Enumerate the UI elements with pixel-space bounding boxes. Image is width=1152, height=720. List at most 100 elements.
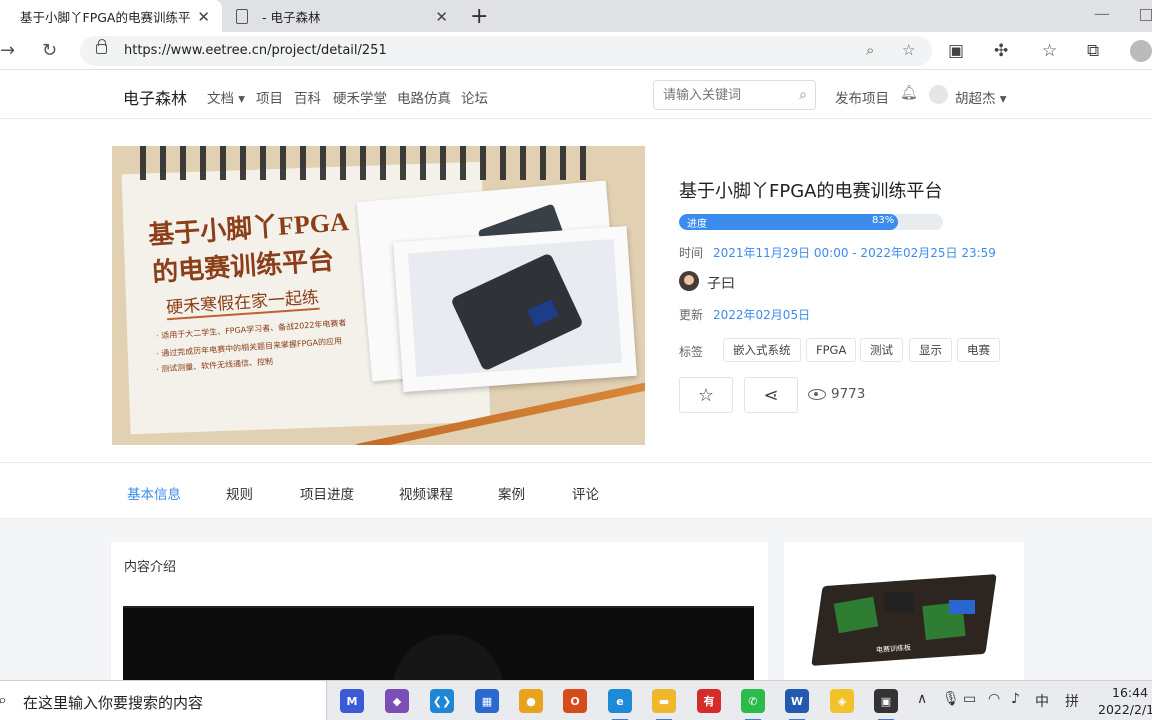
- chrome-icon[interactable]: ●: [519, 689, 543, 713]
- tag[interactable]: FPGA: [806, 338, 857, 362]
- tags-label: 标签: [679, 345, 704, 359]
- eye-icon: [808, 388, 826, 400]
- clock-date: 2022/2/14: [1098, 702, 1152, 717]
- nav-school[interactable]: 硬禾学堂: [333, 87, 387, 107]
- share-icon: ⋖: [763, 384, 779, 406]
- bell-icon[interactable]: 🔔︎: [900, 85, 918, 101]
- progress-bar: 进度 83%: [679, 214, 943, 230]
- project-title: 基于小脚丫FPGA的电赛训练平台: [679, 181, 943, 202]
- time-value: 2021年11月29日 00:00 - 2022年02月25日 23:59: [713, 246, 996, 260]
- tab-comments[interactable]: 评论: [572, 483, 599, 503]
- store-icon[interactable]: ▦: [475, 689, 499, 713]
- nav-wiki[interactable]: 百科: [294, 87, 321, 107]
- content-intro-card: 内容介绍: [111, 542, 768, 720]
- lock-icon: [96, 39, 107, 54]
- tag[interactable]: 显示: [909, 338, 952, 362]
- author-avatar[interactable]: [679, 271, 699, 291]
- chevron-up-icon[interactable]: ∧: [917, 691, 927, 707]
- document-icon: [236, 8, 248, 24]
- nav-docs[interactable]: 文档 ▾: [207, 87, 245, 107]
- puzzle-icon[interactable]: ✣: [994, 41, 1008, 61]
- progress-label: 进度: [687, 219, 707, 230]
- office-icon[interactable]: O: [563, 689, 587, 713]
- file-explorer-icon[interactable]: ▬: [652, 689, 676, 720]
- content-heading: 内容介绍: [124, 560, 177, 575]
- search-input[interactable]: [663, 87, 788, 102]
- minimize-icon[interactable]: —: [1094, 4, 1110, 23]
- tag[interactable]: 电赛: [957, 338, 1000, 362]
- update-label: 更新: [679, 308, 704, 322]
- browser-toolbar: → ↻ https://www.eetree.cn/project/detail…: [0, 32, 1152, 70]
- zoom-icon[interactable]: ⌕: [866, 41, 874, 59]
- author-name[interactable]: 子曰: [707, 273, 735, 293]
- site-search: ⌕: [653, 80, 816, 110]
- ime-mode[interactable]: 中: [1035, 691, 1049, 711]
- favorites-icon[interactable]: ☆: [1042, 41, 1057, 61]
- close-tab-icon[interactable]: ✕: [197, 8, 210, 26]
- maximize-icon[interactable]: [1140, 9, 1152, 21]
- star-icon: ☆: [697, 384, 715, 406]
- add-favorite-icon[interactable]: ☆: [902, 41, 915, 59]
- microphone-icon[interactable]: 🎙︎: [942, 691, 960, 707]
- extension-icon[interactable]: ▣: [948, 41, 964, 61]
- share-button[interactable]: ⋖: [744, 377, 798, 413]
- wifi-icon[interactable]: ◠: [988, 691, 1000, 707]
- progress-percent: 83%: [872, 215, 895, 226]
- forward-icon[interactable]: →: [0, 41, 15, 61]
- user-avatar[interactable]: [929, 85, 948, 104]
- url-text[interactable]: https://www.eetree.cn/project/detail/251: [124, 43, 387, 58]
- battery-icon[interactable]: ▭: [963, 691, 976, 707]
- clock-time: 16:44: [1112, 685, 1149, 700]
- nav-simulation[interactable]: 电路仿真: [397, 87, 451, 107]
- vscode-icon[interactable]: ❮❯: [430, 689, 454, 713]
- app-icon-1[interactable]: M: [340, 689, 364, 713]
- favorite-button[interactable]: ☆: [679, 377, 733, 413]
- tab-rules[interactable]: 规则: [226, 483, 253, 503]
- tab-video-courses[interactable]: 视频课程: [399, 483, 453, 503]
- progress-fill: [679, 214, 898, 230]
- windows-taskbar: ⌕ 在这里输入你要搜索的内容 M ◆ ❮❯ ▦ ● O e ▬ 有 ✆ W ◈ …: [0, 680, 1152, 720]
- tag[interactable]: 嵌入式系统: [723, 338, 801, 362]
- browser-tab-inactive[interactable]: - 电子森林 ✕: [224, 0, 460, 32]
- edge-icon[interactable]: e: [608, 689, 632, 720]
- app-icon-3[interactable]: ▣: [874, 689, 898, 720]
- browser-tab-bar: 基于小脚丫FPGA的电赛训练平台 ✕ - 电子森林 ✕ + —: [0, 0, 1152, 32]
- address-bar[interactable]: https://www.eetree.cn/project/detail/251…: [80, 36, 932, 66]
- view-count: 9773: [808, 386, 865, 402]
- tab-title: - 电子森林: [262, 9, 321, 25]
- site-logo[interactable]: 电子森林: [123, 85, 187, 109]
- tab-basic-info[interactable]: 基本信息: [127, 483, 181, 503]
- tab-title: 基于小脚丫FPGA的电赛训练平台: [20, 9, 192, 25]
- tag[interactable]: 测试: [860, 338, 903, 362]
- tab-progress[interactable]: 项目进度: [300, 483, 354, 503]
- update-value: 2022年02月05日: [713, 308, 811, 322]
- publish-project-link[interactable]: 发布项目: [835, 87, 889, 107]
- wechat-icon[interactable]: ✆: [741, 689, 765, 720]
- project-cover-image: 基于小脚丫FPGA 的电赛训练平台 硬禾寒假在家一起练 · 适用于大二学生、FP…: [112, 146, 645, 445]
- new-tab-icon[interactable]: +: [470, 4, 488, 29]
- user-menu[interactable]: 胡超杰 ▾: [955, 87, 1007, 107]
- nav-projects[interactable]: 项目: [256, 87, 283, 107]
- system-clock[interactable]: 16:44 2022/2/14: [1098, 684, 1152, 718]
- taskbar-search[interactable]: ⌕ 在这里输入你要搜索的内容: [0, 681, 327, 720]
- volume-icon[interactable]: ♪: [1011, 691, 1020, 707]
- youdao-icon[interactable]: 有: [697, 689, 721, 713]
- ime-pinyin[interactable]: 拼: [1065, 691, 1079, 711]
- nav-forum[interactable]: 论坛: [461, 87, 488, 107]
- refresh-icon[interactable]: ↻: [42, 41, 57, 61]
- close-tab-icon[interactable]: ✕: [435, 8, 448, 26]
- time-label: 时间: [679, 246, 704, 260]
- search-icon[interactable]: ⌕: [799, 87, 807, 103]
- site-header: 电子森林 文档 ▾ 项目 百科 硬禾学堂 电路仿真 论坛 ⌕ 发布项目 🔔︎ 胡…: [0, 70, 1152, 119]
- word-icon[interactable]: W: [785, 689, 809, 720]
- collections-icon[interactable]: ⧉: [1087, 41, 1099, 61]
- profile-avatar[interactable]: [1130, 40, 1152, 62]
- tab-cases[interactable]: 案例: [498, 483, 525, 503]
- app-icon-2[interactable]: ◈: [830, 689, 854, 713]
- view-count-value: 9773: [831, 386, 866, 402]
- project-hero: 基于小脚丫FPGA 的电赛训练平台 硬禾寒假在家一起练 · 适用于大二学生、FP…: [0, 119, 1152, 462]
- search-icon: ⌕: [0, 690, 7, 709]
- sidebar-board-card[interactable]: 电赛训练板: [784, 542, 1024, 687]
- browser-tab-active[interactable]: 基于小脚丫FPGA的电赛训练平台 ✕: [0, 0, 222, 32]
- visual-studio-icon[interactable]: ◆: [385, 689, 409, 713]
